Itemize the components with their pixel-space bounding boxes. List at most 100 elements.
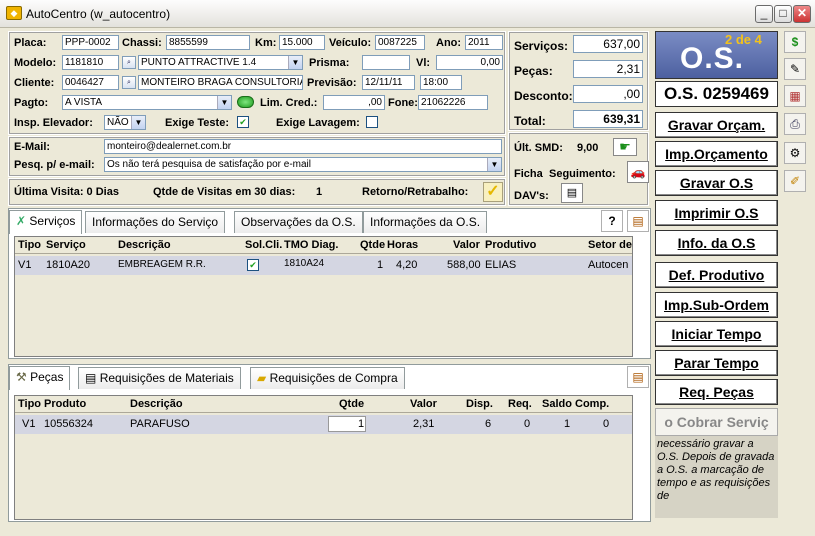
hand-pointer-icon[interactable]: ☛ [613, 138, 637, 156]
col-tmo-diag[interactable]: TMO Diag. [284, 239, 338, 251]
tab-info-os[interactable]: Informações da O.S. [363, 211, 488, 233]
retorno-check-icon[interactable]: ✓ [483, 182, 503, 202]
km-field[interactable]: 15.000 [279, 35, 325, 50]
tab-servicos[interactable]: ✗ Serviços [9, 210, 83, 234]
grid-settings-icon[interactable]: ▤ [627, 366, 649, 388]
pencil-icon[interactable]: ✐ [784, 170, 806, 192]
title-bar: ◆ AutoCentro (w_autocentro) _ □ ✕ [0, 0, 815, 28]
exige-lavagem-checkbox[interactable] [366, 116, 378, 128]
col-saldo[interactable]: Saldo [542, 398, 572, 410]
ficha-label: Ficha [514, 168, 543, 180]
grid-settings-icon[interactable]: ▤ [627, 210, 649, 232]
os-number: O.S. 0259469 [655, 81, 778, 107]
col-horas[interactable]: Horas [387, 239, 418, 251]
cell-setor: Autocen [588, 259, 629, 271]
cliente-code-field[interactable]: 0046427 [62, 75, 119, 90]
prisma-field[interactable] [362, 55, 410, 70]
previsao-date-field[interactable]: 12/11/11 [362, 75, 415, 90]
def-produtivo-button[interactable]: Def. Produtivo [655, 262, 778, 288]
previsao-label: Previsão: [307, 77, 357, 89]
chevron-down-icon[interactable]: ▼ [217, 96, 231, 109]
folder-icon: ▰ [257, 371, 267, 385]
chevron-down-icon[interactable]: ▼ [487, 158, 501, 171]
car-icon[interactable]: 🚗 [627, 161, 649, 183]
limcred-field[interactable]: ,00 [323, 95, 385, 110]
col-servico[interactable]: Serviço [46, 239, 86, 251]
col-produto[interactable]: Produto [44, 398, 86, 410]
modelo-lookup-icon[interactable]: ⌕ [122, 56, 136, 69]
col-setor[interactable]: Setor de [588, 239, 632, 251]
placa-label: Placa: [14, 37, 47, 49]
col-valor[interactable]: Valor [453, 239, 480, 251]
davs-document-icon[interactable]: ▤ [561, 183, 583, 203]
chevron-down-icon[interactable]: ▼ [131, 116, 145, 129]
vl-field[interactable]: 0,00 [436, 55, 503, 70]
printer-icon[interactable]: ⎙ [784, 113, 806, 135]
col-qtde[interactable]: Qtde [339, 398, 364, 410]
cell-comp: 0 [603, 418, 610, 430]
chart-icon[interactable]: ▦ [784, 85, 806, 107]
sol-cli-checkbox[interactable]: ✔ [247, 259, 259, 271]
pagto-dropdown[interactable]: A VISTA ▼ [62, 95, 232, 110]
fone-field[interactable]: 21062226 [418, 95, 488, 110]
dollar-icon[interactable]: $ [784, 31, 806, 53]
table-row[interactable]: V1 10556324 PARAFUSO 1 2,31 6 0 1 0 [15, 415, 632, 434]
col-disp[interactable]: Disp. [466, 398, 493, 410]
col-valor[interactable]: Valor [410, 398, 437, 410]
cliente-lookup-icon[interactable]: ⌕ [122, 76, 136, 89]
col-sol-cli[interactable]: Sol.Cli. [245, 239, 282, 251]
imp-orcamento-button[interactable]: Imp.Orçamento [655, 141, 778, 167]
col-qtde[interactable]: Qtde [360, 239, 385, 251]
modelo-dropdown[interactable]: PUNTO ATTRACTIVE 1.4 ▼ [138, 55, 303, 70]
tab-req-compra[interactable]: ▰ Requisições de Compra [250, 367, 405, 389]
tab-observacoes[interactable]: Observações da O.S. [234, 211, 363, 233]
insp-elevador-dropdown[interactable]: NÃO ▼ [104, 115, 146, 130]
exige-teste-checkbox[interactable]: ✔ [237, 116, 249, 128]
desconto-field[interactable]: ,00 [573, 85, 643, 103]
gravar-orcamento-button[interactable]: Gravar Orçam. [655, 112, 778, 138]
col-comp[interactable]: Comp. [575, 398, 609, 410]
col-tipo[interactable]: Tipo [18, 398, 41, 410]
email-field[interactable]: monteiro@dealernet.com.br [104, 139, 502, 154]
veiculo-field[interactable]: 0087225 [375, 35, 425, 50]
parar-tempo-button[interactable]: Parar Tempo [655, 350, 778, 376]
imprimir-os-button[interactable]: Imprimir O.S [655, 200, 778, 226]
col-descricao[interactable]: Descrição [118, 239, 171, 251]
davs-label: DAV's: [514, 190, 549, 202]
ano-field[interactable]: 2011 [465, 35, 503, 50]
iniciar-tempo-button[interactable]: Iniciar Tempo [655, 321, 778, 347]
info-os-button[interactable]: Info. da O.S [655, 230, 778, 256]
modelo-code-field[interactable]: 1181810 [62, 55, 119, 70]
previsao-time-field[interactable]: 18:00 [420, 75, 462, 90]
col-req[interactable]: Req. [508, 398, 532, 410]
col-tipo[interactable]: Tipo [18, 239, 41, 251]
col-produtivo[interactable]: Produtivo [485, 239, 536, 251]
cliente-field[interactable]: MONTEIRO BRAGA CONSULTORIA [138, 75, 303, 90]
cell-descricao: EMBREAGEM R.R. [118, 259, 206, 270]
services-grid: Tipo Serviço Descrição Sol.Cli. TMO Diag… [14, 236, 633, 357]
col-descricao[interactable]: Descrição [130, 398, 183, 410]
email-label: E-Mail: [14, 141, 51, 153]
status-indicator-icon [237, 96, 254, 108]
help-icon[interactable]: ? [601, 210, 623, 232]
notepad-icon[interactable]: ✎ [784, 58, 806, 80]
cell-tipo: V1 [22, 418, 36, 430]
close-button[interactable]: ✕ [793, 5, 811, 23]
pesq-dropdown[interactable]: Os não terá pesquisa de satisfação por e… [104, 157, 502, 172]
minimize-button[interactable]: _ [755, 5, 773, 23]
cell-horas: 4,20 [396, 259, 418, 271]
ultima-visita-text: Última Visita: 0 Dias [14, 186, 119, 198]
chassi-field[interactable]: 8855599 [166, 35, 250, 50]
req-pecas-button[interactable]: Req. Peças [655, 379, 778, 405]
tab-pecas[interactable]: ⚒ Peças [9, 366, 71, 390]
tab-info-servico[interactable]: Informações do Serviço [85, 211, 226, 233]
gravar-os-button[interactable]: Gravar O.S [655, 170, 778, 196]
imp-sub-ordem-button[interactable]: Imp.Sub-Ordem [655, 292, 778, 318]
tab-req-materiais[interactable]: ▤ Requisições de Materiais [78, 367, 241, 389]
placa-field[interactable]: PPP-0002 [62, 35, 119, 50]
maximize-button[interactable]: □ [774, 5, 792, 23]
cell-servico: 1810A20 [46, 259, 91, 271]
chevron-down-icon[interactable]: ▼ [288, 56, 302, 69]
table-row[interactable]: V1 1810A20 EMBREAGEM R.R. ✔ 1810A24 1 4,… [15, 256, 632, 275]
gear-icon[interactable]: ⚙ [784, 142, 806, 164]
